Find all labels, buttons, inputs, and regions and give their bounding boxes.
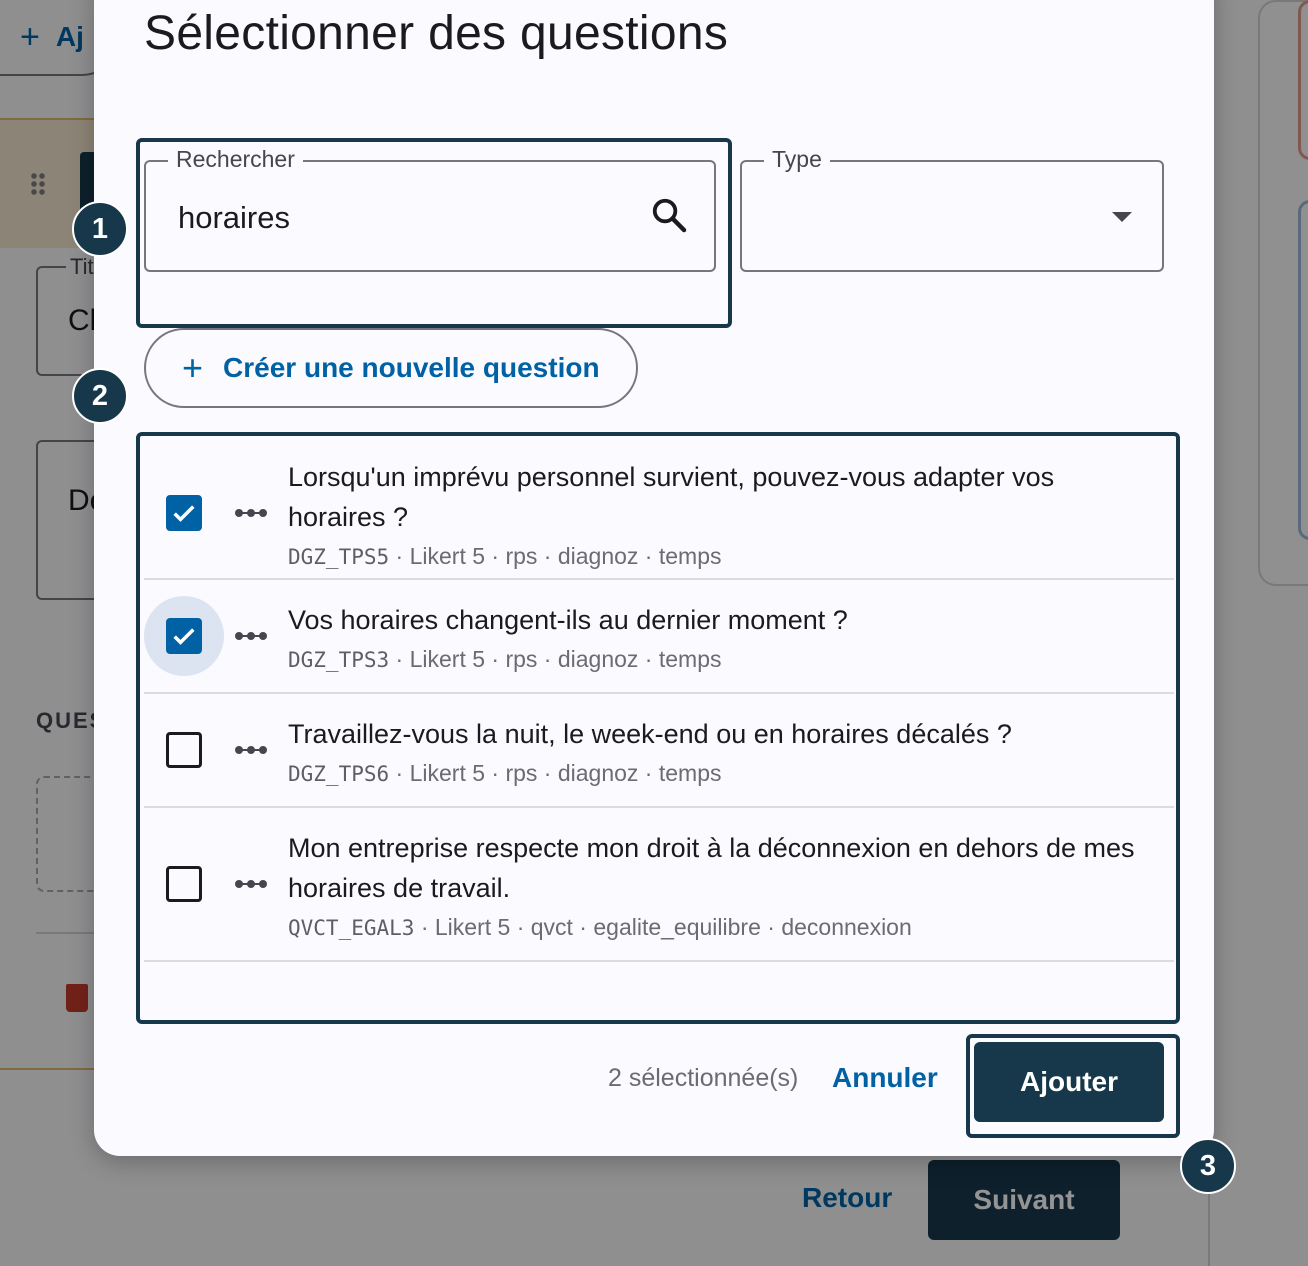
question-meta: DGZ_TPS6 · Likert 5 · rps · diagnoz · te… xyxy=(288,760,1012,787)
cancel-button[interactable]: Annuler xyxy=(832,1062,938,1094)
question-checkbox[interactable] xyxy=(166,732,202,768)
question-tags: · Likert 5 · rps · diagnoz · temps xyxy=(389,759,722,786)
step-badge-3: 3 xyxy=(1180,1138,1236,1194)
question-text: Travaillez-vous la nuit, le week-end ou … xyxy=(288,714,1042,787)
question-text: Lorsqu'un imprévu personnel survient, po… xyxy=(288,457,1174,570)
question-text: Vos horaires changent-ils au dernier mom… xyxy=(288,600,878,673)
trash-icon xyxy=(66,984,88,1012)
step-badge-1: 1 xyxy=(72,201,128,257)
search-icon[interactable] xyxy=(650,196,688,234)
question-checkbox[interactable] xyxy=(166,495,202,531)
question-tags: · Likert 5 · rps · diagnoz · temps xyxy=(389,645,722,672)
selected-count: 2 sélectionnée(s) xyxy=(608,1064,799,1092)
question-checkbox[interactable] xyxy=(166,866,202,902)
question-tags: · Likert 5 · rps · diagnoz · temps xyxy=(389,542,722,569)
list-item[interactable]: Lorsqu'un imprévu personnel survient, po… xyxy=(144,448,1174,580)
dialog-title: Sélectionner des questions xyxy=(144,7,729,60)
question-title: Vos horaires changent-ils au dernier mom… xyxy=(288,604,848,635)
select-questions-dialog: Sélectionner des questions Rechercher ho… xyxy=(94,0,1214,1156)
suivant-button: Suivant xyxy=(928,1160,1120,1240)
create-question-button[interactable]: + Créer une nouvelle question xyxy=(144,328,638,408)
bg-side-card-blue xyxy=(1298,200,1308,540)
bg-title-value: Cl xyxy=(68,304,97,337)
bg-add-label: Aj xyxy=(55,21,84,52)
question-code: DGZ_TPS3 xyxy=(288,647,390,672)
drag-handle-icon[interactable] xyxy=(234,631,268,641)
question-meta: DGZ_TPS3 · Likert 5 · rps · diagnoz · te… xyxy=(288,646,848,673)
checkbox-wrapper[interactable] xyxy=(144,473,224,553)
plus-icon: + xyxy=(182,347,204,388)
question-code: DGZ_TPS5 xyxy=(288,544,390,569)
question-meta: DGZ_TPS5 · Likert 5 · rps · diagnoz · te… xyxy=(288,543,1144,570)
question-code: DGZ_TPS6 xyxy=(288,761,390,786)
drag-handle-icon[interactable] xyxy=(234,745,268,755)
question-title: Travaillez-vous la nuit, le week-end ou … xyxy=(288,718,1012,749)
checkbox-wrapper[interactable] xyxy=(144,710,224,790)
type-select[interactable]: Type xyxy=(740,146,1164,272)
drag-handle-icon[interactable] xyxy=(234,508,268,518)
bg-title-label: Tit xyxy=(66,254,98,280)
check-icon xyxy=(173,628,195,645)
step-badge-2: 2 xyxy=(72,368,128,424)
type-label: Type xyxy=(764,146,830,173)
chevron-down-icon[interactable] xyxy=(1112,212,1132,222)
add-button[interactable]: Ajouter xyxy=(974,1042,1164,1122)
drag-handle-icon[interactable] xyxy=(234,879,268,889)
bg-side-card-red xyxy=(1298,0,1308,160)
check-icon xyxy=(173,505,195,522)
plus-icon: + xyxy=(20,17,40,56)
list-item[interactable]: Travaillez-vous la nuit, le week-end ou … xyxy=(144,694,1174,808)
question-title: Lorsqu'un imprévu personnel survient, po… xyxy=(288,461,1055,532)
question-checkbox[interactable] xyxy=(166,618,202,654)
question-meta: QVCT_EGAL3 · Likert 5 · qvct · egalite_e… xyxy=(288,914,1144,941)
create-question-label: Créer une nouvelle question xyxy=(223,352,600,383)
search-value[interactable]: horaires xyxy=(178,200,290,236)
drag-handle-icon xyxy=(30,172,46,196)
search-label: Rechercher xyxy=(168,146,303,173)
question-title: Mon entreprise respecte mon droit à la d… xyxy=(288,832,1135,903)
list-item[interactable]: Vos horaires changent-ils au dernier mom… xyxy=(144,580,1174,694)
question-text: Mon entreprise respecte mon droit à la d… xyxy=(288,828,1174,941)
question-list: Lorsqu'un imprévu personnel survient, po… xyxy=(144,448,1174,962)
question-code: QVCT_EGAL3 xyxy=(288,915,415,940)
checkbox-wrapper[interactable] xyxy=(144,844,224,924)
list-item[interactable]: Mon entreprise respecte mon droit à la d… xyxy=(144,808,1174,962)
search-input[interactable]: Rechercher horaires xyxy=(144,146,716,272)
question-tags: · Likert 5 · qvct · egalite_equilibre · … xyxy=(414,913,912,940)
checkbox-wrapper[interactable] xyxy=(144,596,224,676)
retour-button: Retour xyxy=(802,1182,893,1213)
